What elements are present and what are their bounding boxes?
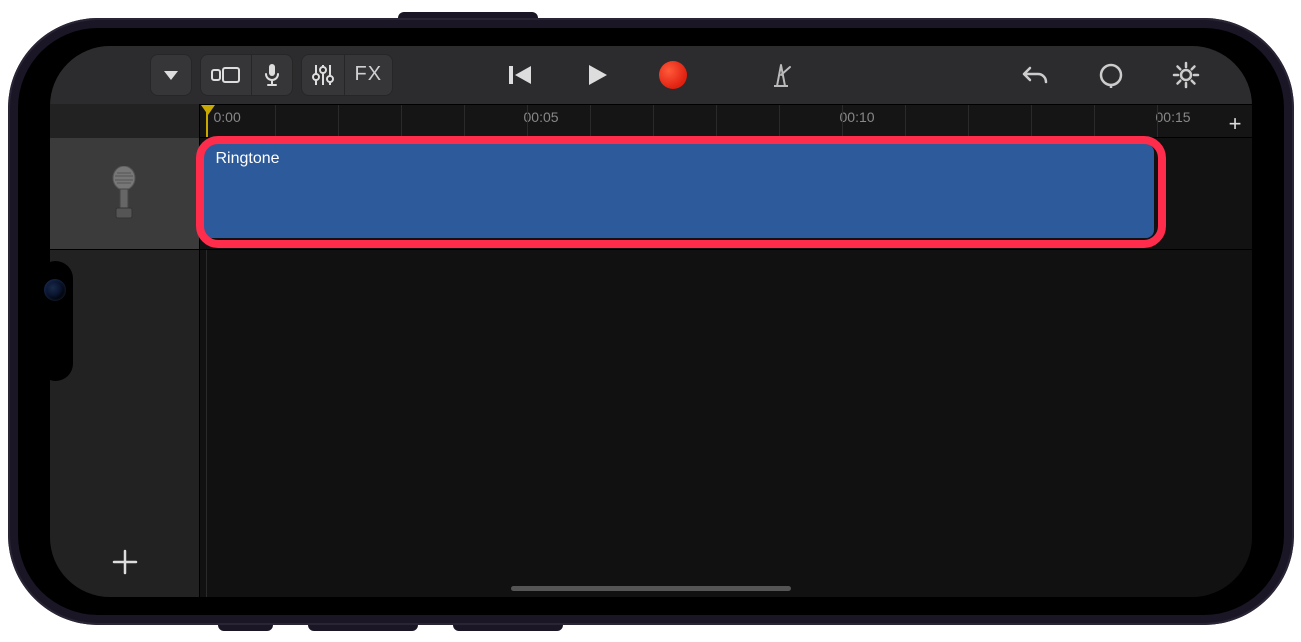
track-blocks-icon xyxy=(211,65,241,85)
audio-region[interactable]: Ringtone xyxy=(204,144,1154,238)
volume-up-button xyxy=(308,625,418,631)
screen: FX xyxy=(50,46,1252,597)
microphone-icon xyxy=(262,63,282,87)
dynamic-island xyxy=(38,261,73,381)
toolbar: FX xyxy=(50,46,1252,104)
plus-icon xyxy=(110,547,140,577)
mute-switch xyxy=(218,625,273,631)
record-icon xyxy=(659,61,687,89)
home-indicator[interactable] xyxy=(511,586,791,591)
side-button xyxy=(398,12,538,18)
microphone-button[interactable] xyxy=(251,54,293,96)
undo-button[interactable] xyxy=(1012,54,1060,96)
fx-button[interactable]: FX xyxy=(344,54,394,96)
settings-button[interactable] xyxy=(1162,54,1210,96)
add-section-button[interactable]: + xyxy=(1229,111,1242,137)
mixer-button[interactable] xyxy=(301,54,344,96)
record-button[interactable] xyxy=(649,54,697,96)
playhead-line xyxy=(206,250,207,597)
undo-icon xyxy=(1022,64,1050,86)
ruler-mark: 00:05 xyxy=(524,109,559,125)
track-header[interactable] xyxy=(50,138,199,250)
front-camera xyxy=(44,279,66,301)
arrangement-area[interactable] xyxy=(200,250,1252,597)
ruler-mark: 00:15 xyxy=(1156,109,1191,125)
sliders-icon xyxy=(312,63,334,87)
loop-icon xyxy=(1098,62,1124,88)
track-view-button[interactable] xyxy=(200,54,251,96)
play-button[interactable] xyxy=(575,54,619,96)
add-track-button[interactable] xyxy=(50,527,200,597)
playhead[interactable] xyxy=(206,105,208,137)
rewind-button[interactable] xyxy=(497,54,545,96)
track-lane[interactable]: Ringtone xyxy=(200,138,1252,250)
ruler-mark: 0:00 xyxy=(214,109,241,125)
volume-down-button xyxy=(453,625,563,631)
fx-label: FX xyxy=(355,63,383,86)
mic-instrument-icon xyxy=(106,166,142,220)
region-label: Ringtone xyxy=(216,150,280,167)
ruler-mark: 00:10 xyxy=(840,109,875,125)
play-icon xyxy=(585,63,609,87)
timeline-ruler[interactable]: 0:00 00:05 00:10 00:15 + xyxy=(200,104,1252,138)
loop-button[interactable] xyxy=(1088,54,1134,96)
metronome-icon xyxy=(767,61,795,89)
skip-back-icon xyxy=(507,63,535,87)
gear-icon xyxy=(1172,61,1200,89)
view-menu-button[interactable] xyxy=(150,54,192,96)
triangle-down-icon xyxy=(161,65,181,85)
metronome-button[interactable] xyxy=(757,54,805,96)
iphone-frame: FX xyxy=(8,18,1294,625)
